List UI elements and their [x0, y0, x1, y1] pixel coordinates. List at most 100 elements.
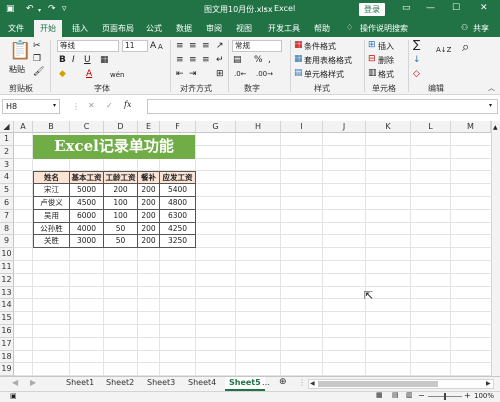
align-middle-icon[interactable]: ≡	[189, 41, 197, 51]
vertical-scrollbar[interactable]	[491, 121, 500, 376]
close-icon[interactable]: ✕	[480, 3, 488, 13]
share-icon[interactable]: ⚇	[461, 23, 468, 32]
scroll-tabs-left-icon[interactable]: ◀	[12, 378, 18, 387]
add-sheet-icon[interactable]: ⊕	[279, 377, 287, 387]
column-header[interactable]: I	[281, 121, 323, 133]
tab-view[interactable]: 视图	[236, 23, 252, 34]
formula-input[interactable]	[147, 99, 498, 114]
table-cell[interactable]: 关胜	[33, 235, 70, 249]
italic-icon[interactable]: I	[72, 55, 75, 65]
table-header-cell[interactable]: 工龄工资	[104, 171, 138, 185]
decrease-indent-icon[interactable]: ⇤	[176, 69, 184, 79]
column-header[interactable]: F	[160, 121, 196, 133]
row-header[interactable]: 17	[0, 337, 14, 351]
table-cell[interactable]: 5400	[160, 184, 196, 197]
zoom-slider-thumb[interactable]	[444, 393, 446, 400]
format-as-table-button[interactable]: 套用表格格式	[304, 55, 352, 66]
row-header[interactable]: 18	[0, 350, 14, 364]
scroll-tabs-right-icon[interactable]: ▶	[30, 378, 36, 387]
table-header-cell[interactable]: 餐补	[138, 171, 160, 185]
customize-quick-access-icon[interactable]: ▿	[62, 4, 67, 14]
sort-filter-icon[interactable]: A↓Z	[436, 45, 451, 55]
undo-dropdown-icon[interactable]: ▾	[38, 7, 41, 14]
sheet-tab-4[interactable]: Sheet4	[188, 378, 216, 387]
tab-insert[interactable]: 插入	[72, 23, 88, 34]
font-color-icon[interactable]: A	[86, 69, 92, 79]
select-all-corner[interactable]: ◢	[0, 121, 14, 133]
table-cell[interactable]: 4250	[160, 222, 196, 236]
decrease-decimal-icon[interactable]: .00→	[256, 69, 273, 79]
clear-icon[interactable]: ◇	[413, 69, 420, 79]
macro-record-icon[interactable]: ▣	[10, 392, 17, 400]
table-cell[interactable]: 公孙胜	[33, 222, 70, 236]
row-header[interactable]: 8	[0, 222, 14, 236]
table-cell[interactable]: 卢俊义	[33, 197, 70, 210]
table-header-cell[interactable]: 基本工资	[70, 171, 104, 185]
sheet-tab-5[interactable]: Sheet5	[225, 377, 265, 391]
tab-help[interactable]: 帮助	[314, 23, 330, 34]
find-select-icon[interactable]: ⌕	[462, 41, 469, 54]
row-header[interactable]: 4	[0, 171, 14, 185]
zoom-level[interactable]: 100%	[474, 392, 494, 400]
expand-formula-bar-icon[interactable]: ▾	[489, 102, 492, 109]
tab-developer[interactable]: 开发工具	[268, 23, 300, 34]
column-header[interactable]: A	[14, 121, 33, 133]
increase-indent-icon[interactable]: ⇥	[189, 69, 197, 79]
accounting-format-icon[interactable]: ▤	[233, 55, 242, 65]
column-header[interactable]: K	[366, 121, 411, 133]
share-button[interactable]: 共享	[473, 23, 489, 34]
row-header[interactable]: 9	[0, 235, 14, 249]
align-center-icon[interactable]: ≡	[189, 55, 197, 65]
paste-icon[interactable]: 📋	[9, 41, 31, 61]
phonetic-icon[interactable]: wén	[110, 70, 124, 80]
tab-splitter-icon[interactable]: ⋮	[298, 378, 306, 387]
row-header[interactable]: 11	[0, 261, 14, 274]
row-header[interactable]: 15	[0, 312, 14, 325]
name-box-dropdown-icon[interactable]: ▾	[53, 102, 56, 109]
table-cell[interactable]: 200	[138, 209, 160, 223]
sheet-banner-title[interactable]: Excel记录单功能	[33, 135, 195, 159]
sheet-tabs-more-icon[interactable]: …	[262, 378, 270, 387]
sheet-tab-3[interactable]: Sheet3	[147, 378, 175, 387]
normal-view-icon[interactable]: ▦	[376, 391, 383, 399]
borders-icon[interactable]: ▦	[100, 55, 109, 65]
row-header[interactable]: 19	[0, 363, 14, 376]
tab-data[interactable]: 数据	[176, 23, 192, 34]
shrink-font-icon[interactable]: A	[158, 42, 163, 52]
table-cell[interactable]: 宋江	[33, 184, 70, 197]
number-format-select[interactable]: 常规	[232, 40, 282, 52]
fill-color-icon[interactable]: ◆	[59, 69, 66, 79]
table-cell[interactable]: 200	[138, 184, 160, 197]
scroll-right-icon[interactable]: ▶	[486, 380, 491, 387]
table-cell[interactable]: 100	[104, 197, 138, 210]
row-header[interactable]: 7	[0, 209, 14, 223]
table-cell[interactable]: 5000	[70, 184, 104, 197]
insert-function-icon[interactable]: fx	[124, 100, 131, 109]
table-cell[interactable]: 200	[138, 222, 160, 236]
page-break-view-icon[interactable]: ▥	[406, 391, 413, 399]
wrap-text-icon[interactable]: ↵	[216, 55, 224, 65]
column-header[interactable]: B	[33, 121, 70, 133]
minimize-icon[interactable]: —	[426, 3, 435, 13]
table-cell[interactable]: 50	[104, 235, 138, 249]
insert-cells-button[interactable]: 插入	[378, 41, 394, 52]
row-header[interactable]: 3	[0, 158, 14, 172]
column-header[interactable]: E	[138, 121, 160, 133]
undo-icon[interactable]: ↶	[26, 4, 34, 14]
column-header[interactable]: M	[451, 121, 491, 133]
scroll-thumb[interactable]	[318, 381, 438, 387]
grow-font-icon[interactable]: A	[150, 41, 156, 51]
column-header[interactable]: D	[104, 121, 138, 133]
tell-me-search[interactable]: 操作说明搜索	[360, 23, 408, 34]
format-painter-icon[interactable]: 🖌	[33, 67, 44, 77]
table-cell[interactable]: 200	[138, 197, 160, 210]
row-header[interactable]: 10	[0, 248, 14, 261]
ribbon-display-icon[interactable]: ▭	[402, 3, 411, 13]
scroll-left-icon[interactable]: ◀	[310, 380, 315, 387]
font-name-select[interactable]: 等线	[57, 40, 119, 52]
align-bottom-icon[interactable]: ≡	[202, 41, 210, 51]
comma-style-icon[interactable]: ,	[268, 55, 271, 65]
tab-home[interactable]: 开始	[34, 20, 62, 37]
table-header-cell[interactable]: 应发工资	[160, 171, 196, 185]
table-cell[interactable]: 200	[104, 184, 138, 197]
